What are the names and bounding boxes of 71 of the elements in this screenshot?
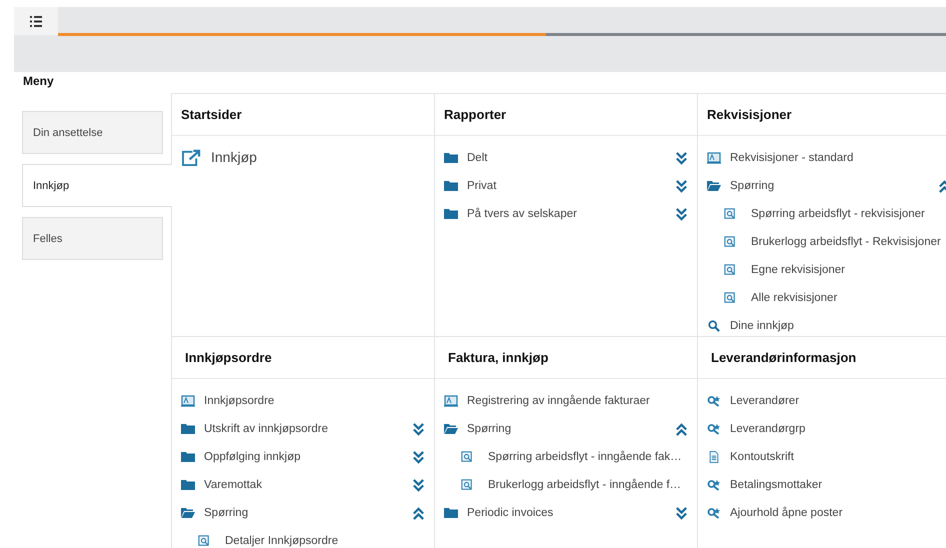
collapse-chevron-icon[interactable] xyxy=(675,422,688,436)
expand-chevron-icon[interactable] xyxy=(675,506,688,520)
folder-icon xyxy=(444,507,458,519)
expand-chevron-icon[interactable] xyxy=(412,450,425,464)
expand-chevron-icon[interactable] xyxy=(675,208,688,220)
menu-link[interactable]: Oppfølging innkjøp xyxy=(204,451,301,463)
menu-link[interactable]: Dine innkjøp xyxy=(730,320,794,332)
menu-link[interactable]: Leverandørgrp xyxy=(730,423,806,435)
menu-link[interactable]: Spørring arbeidsflyt - rekvisisjoner xyxy=(751,208,925,220)
form-icon xyxy=(707,152,721,164)
open-folder-icon xyxy=(181,507,195,519)
menu-link[interactable]: Ajourhold åpne poster xyxy=(730,507,843,519)
menu-link[interactable]: Privat xyxy=(467,180,496,192)
menu-link[interactable]: På tvers av selskaper xyxy=(467,208,577,220)
menu-link[interactable]: Innkjøpsordre xyxy=(204,395,274,407)
external-link-icon xyxy=(181,148,202,166)
folder-icon xyxy=(444,180,458,192)
section-title: Innkjøpsordre xyxy=(185,350,272,365)
query-icon xyxy=(723,292,737,304)
menu-link[interactable]: Spørring xyxy=(467,423,512,435)
menu-link[interactable]: Spørring xyxy=(204,507,248,519)
menu-icon xyxy=(30,16,42,26)
form-icon xyxy=(181,395,195,407)
folder-icon xyxy=(181,423,195,435)
query-icon xyxy=(723,236,737,248)
section-title: Leverandørinformasjon xyxy=(711,350,856,365)
folder-icon xyxy=(181,451,195,463)
menu-link[interactable]: Spørring xyxy=(730,180,774,192)
search-icon xyxy=(707,320,721,332)
menu-link[interactable]: Egne rekvisisjoner xyxy=(751,264,845,276)
menu-link[interactable]: Varemottak xyxy=(204,479,262,491)
menu-link[interactable]: Utskrift av innkjøpsordre xyxy=(204,423,328,435)
menu-link[interactable]: Betalingsmottaker xyxy=(730,479,822,491)
menu-link[interactable]: Kontoutskrift xyxy=(730,451,794,463)
expand-chevron-icon[interactable] xyxy=(675,180,688,192)
section-title: Startsider xyxy=(181,107,242,122)
menu-link[interactable]: Spørring arbeidsflyt - inngående fak… xyxy=(488,451,682,463)
query-icon xyxy=(460,479,474,491)
menu-tab[interactable]: Din ansettelse xyxy=(22,111,163,154)
query-icon xyxy=(723,264,737,276)
menu-link[interactable]: Rekvisisjoner - standard xyxy=(730,152,854,164)
expand-chevron-icon[interactable] xyxy=(412,422,425,436)
open-folder-icon xyxy=(707,180,721,192)
query-icon xyxy=(197,535,211,547)
form-icon xyxy=(444,395,458,407)
menu-link[interactable]: Brukerlogg arbeidsflyt - Rekvisisjoner xyxy=(751,236,941,248)
menu-tab[interactable]: Felles xyxy=(22,217,163,260)
query-icon xyxy=(460,451,474,463)
section-title: Faktura, innkjøp xyxy=(448,350,548,365)
open-folder-icon xyxy=(444,423,458,435)
query-icon xyxy=(723,208,737,220)
menu-button[interactable] xyxy=(14,7,58,35)
menu-link[interactable]: Periodic invoices xyxy=(467,507,554,519)
folder-icon xyxy=(444,208,458,220)
menu-link[interactable]: Brukerlogg arbeidsflyt - inngående f… xyxy=(488,479,682,491)
menu-link[interactable]: Delt xyxy=(467,152,488,164)
document-icon xyxy=(707,451,721,463)
menu-title: Meny xyxy=(23,74,55,90)
menu-tab[interactable]: Innkjøp xyxy=(22,164,172,207)
expand-chevron-icon[interactable] xyxy=(675,152,688,164)
menu-link[interactable]: Innkjøp xyxy=(211,149,257,165)
folder-icon xyxy=(181,479,195,491)
section-title: Rapporter xyxy=(444,107,506,122)
section-title: Rekvisisjoner xyxy=(707,107,792,122)
menu-link[interactable]: Registrering av inngående fakturaer xyxy=(467,395,650,407)
folder-icon xyxy=(444,152,458,164)
menu-link[interactable]: Leverandører xyxy=(730,395,800,407)
expand-chevron-icon[interactable] xyxy=(412,478,425,492)
menu-link[interactable]: Alle rekvisisjoner xyxy=(751,292,838,304)
menu-link[interactable]: Detaljer Innkjøpsordre xyxy=(225,535,338,547)
collapse-chevron-icon[interactable] xyxy=(412,506,425,520)
